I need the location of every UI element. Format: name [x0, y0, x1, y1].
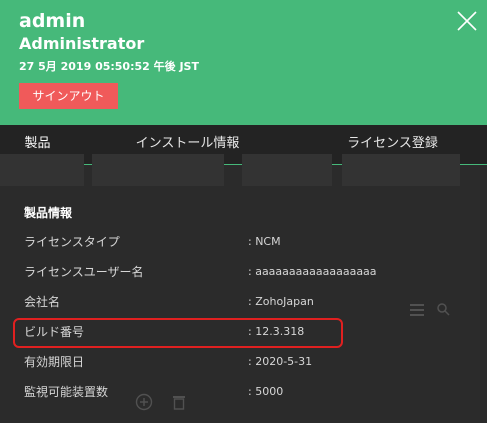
info-label: ライセンスユーザー名: [24, 265, 144, 279]
build-number-highlight: [13, 318, 343, 348]
info-value: : aaaaaaaaaaaaaaaaaa: [248, 265, 377, 278]
background-tile: [342, 154, 460, 186]
info-row-license-user: ライセンスユーザー名 : aaaaaaaaaaaaaaaaaa: [0, 261, 487, 283]
info-label: 会社名: [24, 295, 61, 309]
signout-button[interactable]: サインアウト: [19, 83, 118, 109]
info-row-company: 会社名 : ZohoJapan: [0, 291, 487, 313]
product-info-title: 製品情報: [24, 206, 73, 220]
info-value: : 2020-5-31: [248, 355, 313, 368]
info-label: ライセンスタイプ: [24, 235, 120, 249]
close-icon: [457, 11, 477, 31]
info-row-license-type: ライセンスタイプ : NCM: [0, 231, 487, 253]
background-tile: [242, 154, 332, 186]
info-value: : 5000: [248, 385, 284, 398]
info-label: 有効期限日: [24, 355, 85, 369]
user-name: admin: [19, 10, 86, 32]
login-timestamp: 27 5月 2019 05:50:52 午後 JST: [19, 60, 199, 73]
user-role: Administrator: [19, 34, 145, 53]
background-tile: [0, 154, 84, 186]
info-value: : NCM: [248, 235, 281, 248]
close-button[interactable]: [452, 6, 482, 36]
info-row-expiry-date: 有効期限日 : 2020-5-31: [0, 351, 487, 373]
info-label: 監視可能装置数: [24, 385, 109, 399]
info-value: : ZohoJapan: [248, 295, 314, 308]
user-panel-header: admin Administrator 27 5月 2019 05:50:52 …: [0, 0, 487, 125]
info-row-device-count: 監視可能装置数 : 5000: [0, 381, 487, 403]
background-tile: [92, 154, 224, 186]
